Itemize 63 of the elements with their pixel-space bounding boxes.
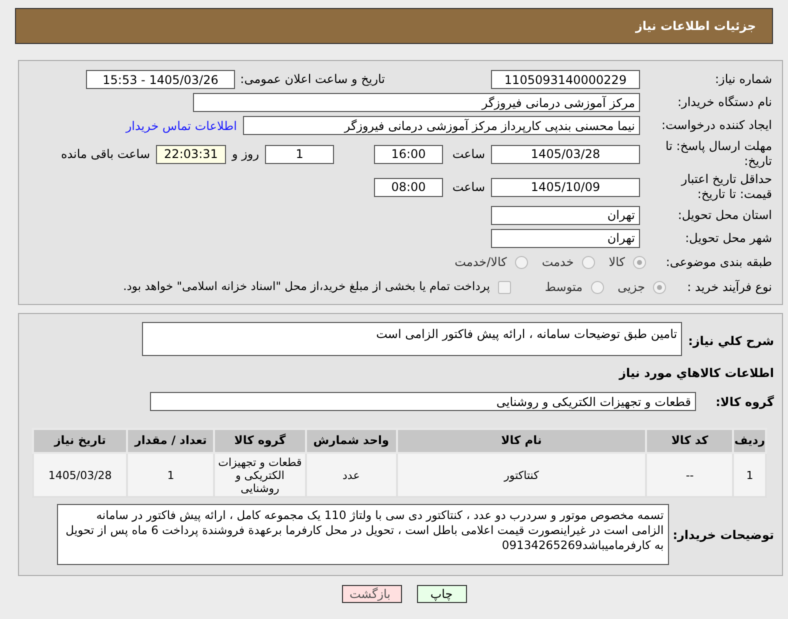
column-header: کد کالا [646, 429, 734, 453]
input-field[interactable]: 1105093140000229 [491, 70, 640, 89]
field-label: گروه کالا: [714, 394, 774, 410]
checkbox[interactable] [498, 280, 511, 294]
column-header: ردیف [733, 429, 766, 453]
column-header: واحد شمارش [306, 429, 397, 453]
table-cell: عدد [306, 453, 397, 497]
input-field[interactable]: قطعات و تجهیزات الکتریکی و روشنایی [150, 392, 696, 411]
input-field[interactable]: مرکز آموزشی درمانی فیروزگر [193, 93, 640, 112]
column-header: تاریخ نیاز [33, 429, 128, 453]
page-title: جزئیات اطلاعات نیاز [635, 18, 756, 35]
print-button[interactable]: چاپ [416, 585, 466, 603]
input-field[interactable]: تهران [491, 228, 640, 248]
input-field[interactable]: 1405/10/09 [491, 178, 640, 196]
field-label: پرداخت تمام یا بخشی از مبلغ خرید،از محل "اسناد خزانه اسلامی" خواهد بود. [123, 278, 490, 296]
radio-button[interactable] [514, 256, 528, 268]
input-field[interactable]: 1 [265, 144, 334, 164]
field-label: ساعت [451, 146, 485, 163]
table-cell: 1 [127, 453, 214, 497]
table-cell: قطعات و تجهیزات الکتریکی و روشنایی [214, 453, 306, 497]
radio-button[interactable] [582, 256, 595, 268]
field-label: توضیحات خریدار: [672, 526, 774, 544]
column-header: تعداد / مقدار [127, 429, 214, 453]
field-label: طبقه بندی موضوعی: [664, 254, 772, 270]
section-title: اطلاعات کالاهاي مورد نياز [618, 365, 774, 382]
field-label: شرح کلي نياز: [688, 333, 774, 350]
field-label: متوسط [544, 279, 583, 296]
radio-button[interactable] [653, 280, 666, 294]
field-label: جزیی [618, 279, 645, 296]
column-header: گروه کالا [214, 429, 306, 453]
field-label: شماره نیاز: [714, 72, 772, 87]
input-field[interactable]: نیما محسنی بندپی کارپرداز مرکز آموزشی درمانی فیروزگر [243, 116, 640, 135]
radio-button[interactable] [590, 280, 604, 294]
input-field[interactable]: 22:03:31 [156, 144, 226, 164]
field-label: مهلت ارسال پاسخ: تا تاریخ: [664, 139, 772, 169]
field-label: خدمت [542, 254, 574, 271]
table-cell: 1 [733, 453, 766, 497]
field-label: ساعت [451, 179, 485, 196]
input-field[interactable]: تهران [491, 206, 640, 224]
back-button[interactable]: بازگشت [342, 585, 402, 603]
input-field[interactable]: 16:00 [374, 144, 443, 164]
field-label: حداقل تاریخ اعتبار قیمت: تا تاریخ: [680, 172, 772, 202]
description-field[interactable]: تامین طبق توضیحات سامانه ، ارائه پیش فاکتور الزامی است [142, 322, 682, 356]
input-field[interactable]: 1405/03/26 - 15:53 [86, 70, 235, 89]
table-cell: -- [646, 453, 734, 497]
table-cell: کنتاکتور [396, 453, 646, 497]
column-header: نام کالا [396, 429, 646, 453]
field-label: روز و [232, 146, 259, 163]
field-label: شهر محل تحویل: [684, 230, 772, 246]
radio-button[interactable] [633, 256, 646, 268]
table-cell: 1405/03/28 [33, 453, 128, 497]
field-label: کالا/خدمت [454, 254, 507, 271]
buyer-contact-link[interactable]: اطلاعات تماس خریدار [126, 116, 237, 134]
field-label: ساعت باقی مانده [60, 146, 150, 163]
field-label: نام دستگاه خریدار: [676, 95, 772, 110]
field-label: نوع فرآیند خرید : [686, 280, 772, 294]
input-field[interactable]: 1405/03/28 [491, 144, 640, 164]
field-label: کالا [608, 254, 625, 271]
input-field[interactable]: 08:00 [374, 178, 443, 196]
buyer-notes-field[interactable]: تسمه مخصوص موتور و سردرب دو عدد ، کنتاکتور دی سی با ولتاژ 110 یک مجموعه کامل ، ارائه پیش فاکتور در سامانه الزامی است در غیراینصورت قیمت اعلامی باطل است ، تحویل در محل کارفرما برعهدة فروشندة پرداخت 6 ماه پس از تحویل به کارفرمامیباشد09134265269 [56, 504, 669, 565]
field-label: ایجاد کننده درخواست: [660, 118, 772, 133]
field-label: استان محل تحویل: [676, 208, 772, 222]
field-label: تاریخ و ساعت اعلان عمومی: [239, 72, 385, 87]
